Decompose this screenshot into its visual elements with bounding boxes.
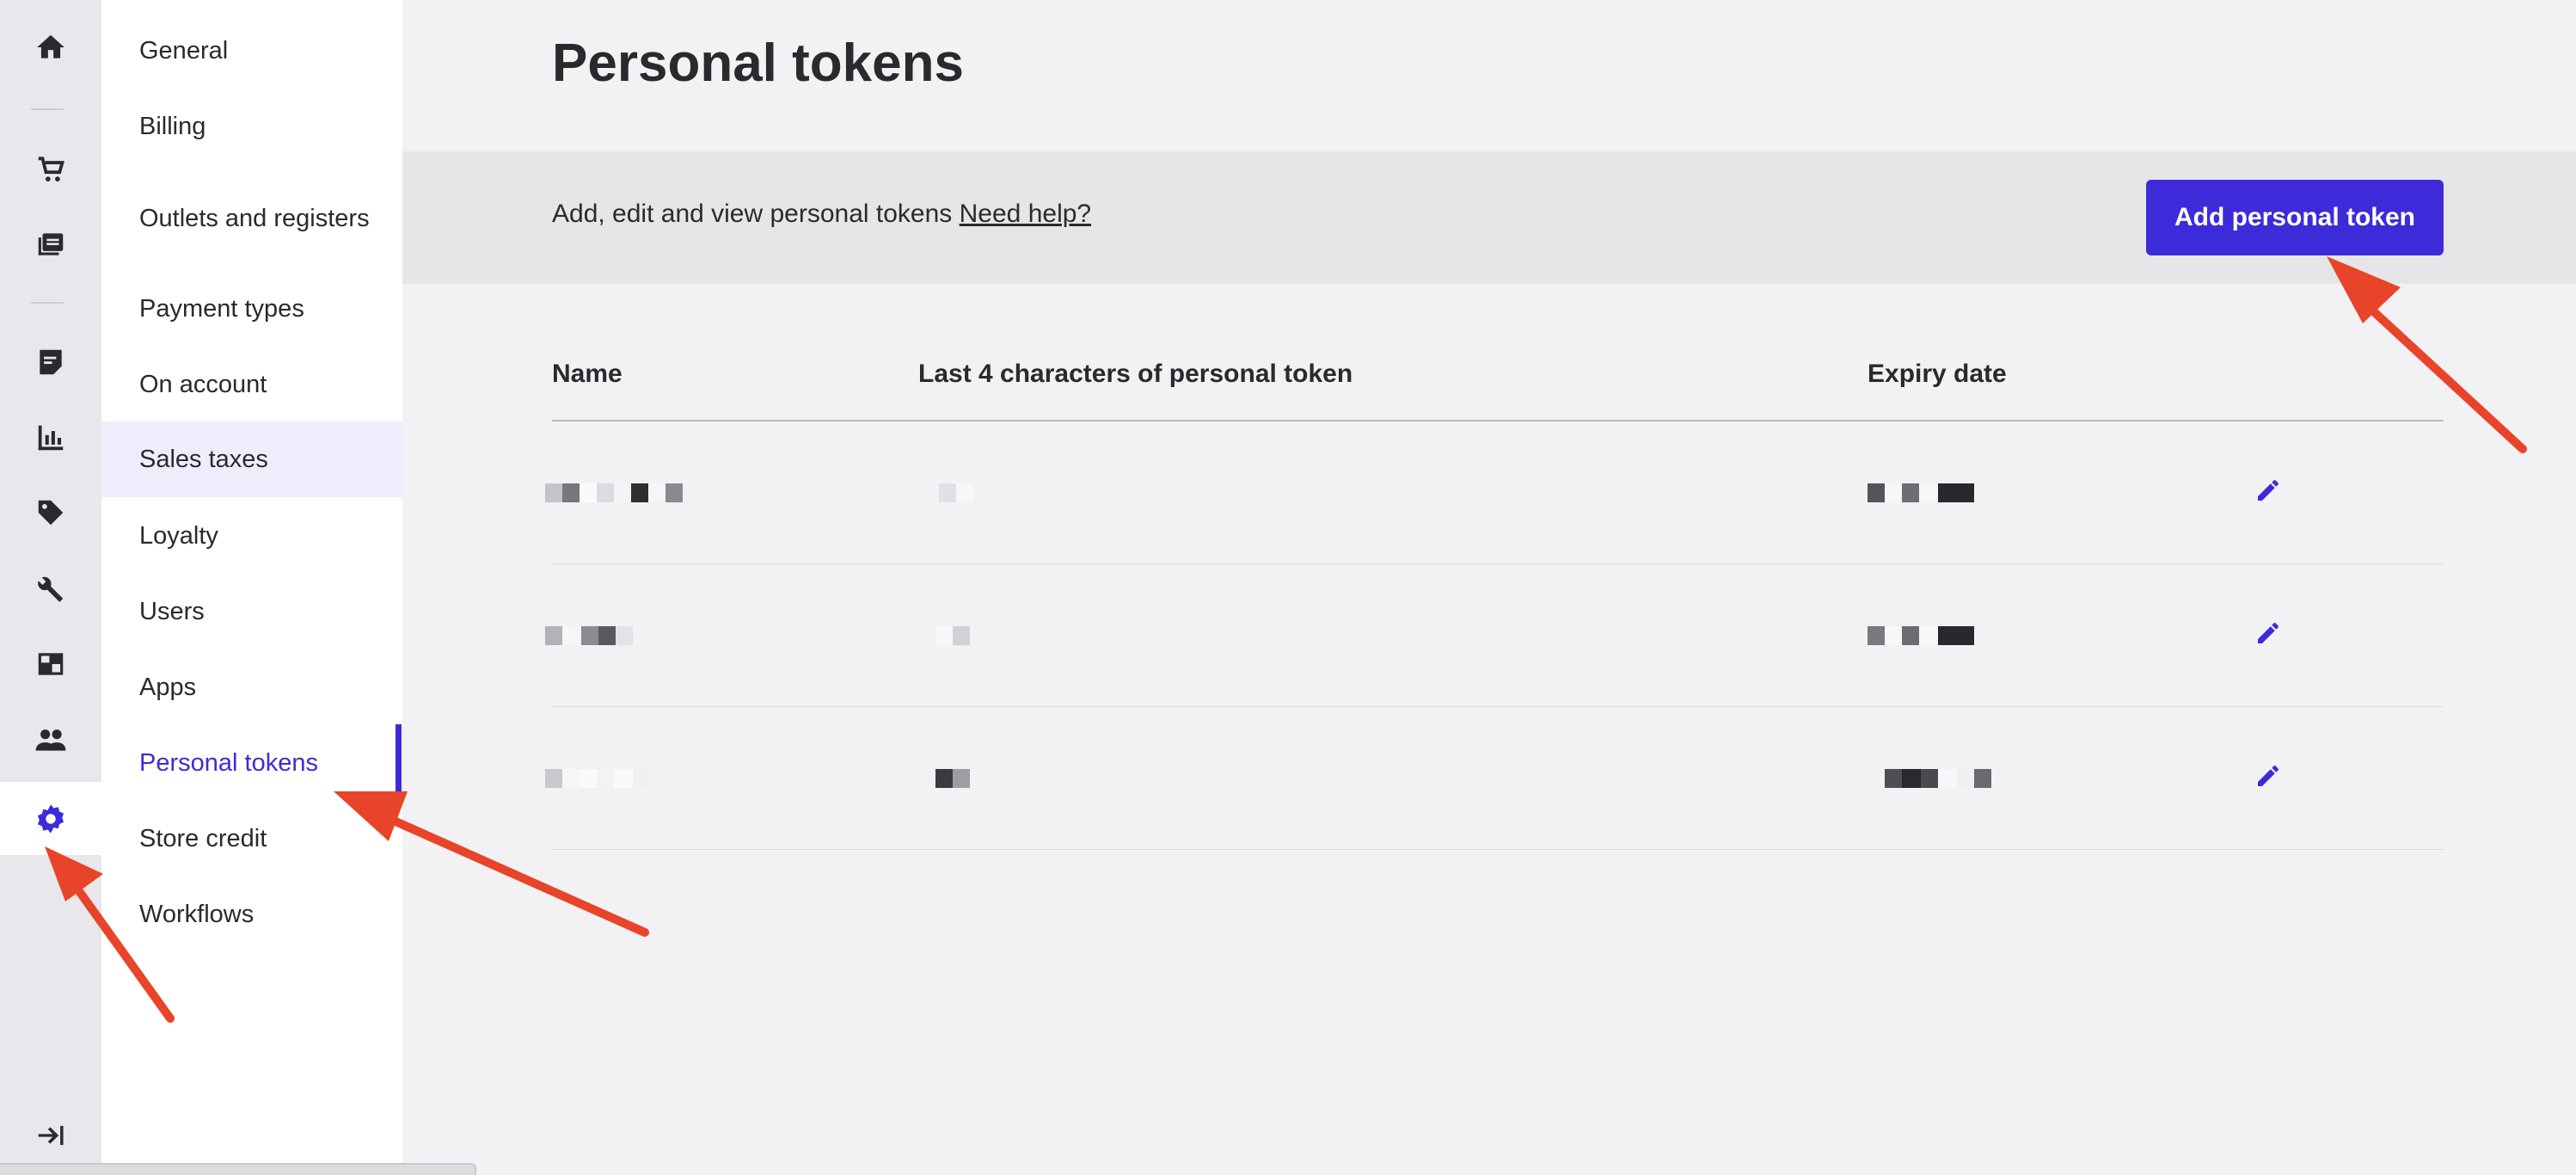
home-icon[interactable] [0,13,101,82]
help-link[interactable]: Need help? [960,200,1091,228]
banner-description: Add, edit and view personal tokens Need … [552,200,1091,229]
menu-item-store-credit[interactable]: Store credit [101,819,402,858]
redacted-expiry-date [1868,626,1974,645]
customers-icon[interactable] [0,705,101,774]
tag-icon[interactable] [0,478,101,547]
redacted-token-suffix [939,483,973,502]
rail-divider [31,108,64,110]
redacted-token-suffix [935,626,970,645]
menu-item-on-account[interactable]: On account [101,365,402,404]
redacted-name [545,769,650,788]
redacted-name [545,483,683,502]
row-divider [552,849,2444,850]
table-row[interactable] [545,707,2444,850]
catalog-icon[interactable] [0,210,101,279]
rail-divider [31,302,64,304]
reports-icon[interactable] [0,403,101,472]
settings-icon[interactable] [0,782,101,855]
menu-item-loyalty[interactable]: Loyalty [101,516,402,556]
menu-item-billing[interactable]: Billing [101,107,402,146]
active-indicator [396,724,402,800]
edit-icon[interactable] [2254,619,2285,650]
menu-item-users[interactable]: Users [101,592,402,631]
menu-item-personal-tokens[interactable]: Personal tokens [101,743,402,783]
description-text: Add, edit and view personal tokens [552,200,953,228]
page-title: Personal tokens [552,34,964,93]
edit-icon[interactable] [2254,477,2285,508]
redacted-expiry-date [1885,769,1991,788]
column-header-name: Name [552,360,623,388]
add-personal-token-button[interactable]: Add personal token [2146,180,2444,255]
cart-icon[interactable] [0,135,101,204]
menu-item-apps[interactable]: Apps [101,667,402,707]
icon-rail [0,0,101,1173]
receipt-icon[interactable] [0,328,101,397]
collapse-icon[interactable] [0,1101,101,1170]
redacted-name [545,626,633,645]
edit-icon[interactable] [2254,762,2285,793]
settings-menu: General Billing Outlets and registers Pa… [101,0,402,1173]
redacted-expiry-date [1868,483,1974,502]
menu-item-payment-types[interactable]: Payment types [101,289,402,329]
table-row[interactable] [545,564,2444,707]
menu-item-outlets-and-registers[interactable]: Outlets and registers [101,182,385,255]
inventory-icon[interactable] [0,630,101,698]
wrench-icon[interactable] [0,554,101,623]
menu-item-workflows[interactable]: Workflows [101,895,402,934]
column-header-last4: Last 4 characters of personal token [918,360,1353,388]
menu-item-general[interactable]: General [101,31,402,71]
table-row[interactable] [545,421,2444,564]
redacted-token-suffix [935,769,970,788]
menu-item-sales-taxes[interactable]: Sales taxes [101,421,402,497]
column-header-expiry: Expiry date [1868,360,2007,388]
